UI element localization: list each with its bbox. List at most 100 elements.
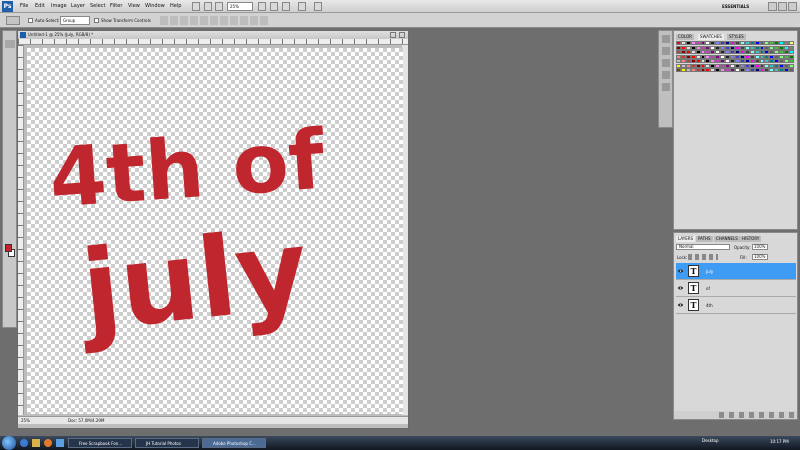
opacity-field[interactable]: 100% [752,244,768,250]
blend-mode-select[interactable]: Normal [676,244,730,250]
screen-mode-icon[interactable] [314,2,322,11]
task-tutorial-photos[interactable]: JH Tutorial Photos [135,438,199,448]
transform-controls-checkbox[interactable] [94,18,99,23]
layer-name[interactable]: of [706,286,710,291]
move-tool-icon[interactable] [5,40,15,48]
foreground-color-swatch[interactable] [5,244,12,252]
menu-select[interactable]: Select [90,3,105,9]
lock-icons[interactable] [688,254,718,260]
swatch-grid[interactable] [676,41,794,73]
paragraph-icon[interactable] [662,83,670,91]
type-tool-icon[interactable] [5,190,15,198]
bridge-icon[interactable] [192,2,200,11]
marquee-tool-icon[interactable] [5,50,15,58]
brush-tool-icon[interactable] [5,110,15,118]
zoom-tool-icon[interactable] [5,230,15,238]
eye-icon[interactable] [678,303,683,307]
layer-name[interactable]: July [706,269,713,274]
menu-file[interactable]: File [20,3,28,9]
layer-name[interactable]: 4th [706,303,713,308]
tab-history[interactable]: HISTORY [740,236,762,242]
quick-select-tool-icon[interactable] [5,70,15,78]
fill-field[interactable]: 100% [752,254,768,260]
info-icon[interactable] [662,47,670,55]
status-zoom[interactable]: 25% [21,417,30,424]
menu-filter[interactable]: Filter [110,3,122,9]
maximize-button[interactable] [778,2,787,11]
folder-icon[interactable] [32,439,40,447]
tab-color[interactable]: COLOR [676,34,694,40]
lasso-tool-icon[interactable] [5,60,15,68]
eyedropper-tool-icon[interactable] [5,90,15,98]
layer-row-of[interactable]: T of [676,280,796,297]
canvas[interactable]: 4th of july [27,48,403,414]
eye-icon[interactable] [678,286,683,290]
ie-icon[interactable] [20,439,28,447]
swatch-cell[interactable] [789,50,794,55]
layer-row-july[interactable]: T July [676,263,796,280]
swatch-cell[interactable] [789,63,794,68]
menu-image[interactable]: Image [51,3,67,9]
minibridge-icon[interactable] [204,2,212,11]
auto-select-checkbox[interactable] [28,18,33,23]
rotate-icon[interactable] [282,2,290,11]
align-buttons[interactable] [160,16,270,25]
navigator-icon[interactable] [662,35,670,43]
document-close-button[interactable] [399,32,405,38]
minimize-button[interactable] [768,2,777,11]
move-tool-preset-icon[interactable] [6,16,20,25]
tab-paths[interactable]: PATHS [696,236,713,242]
layers-panel: LAYERS PATHS CHANNELS HISTORY Normal Opa… [673,232,798,420]
3d-rotate-tool-icon[interactable] [5,220,15,228]
swatch-cell[interactable] [789,59,794,64]
clock[interactable]: 10:17 PM [770,439,789,444]
quick-mask-icon[interactable] [5,263,15,271]
tab-swatches[interactable]: SWATCHES [698,34,724,40]
document-minimize-button[interactable] [390,32,396,38]
tab-styles[interactable]: STYLES [727,34,746,40]
start-button[interactable] [2,436,16,450]
character-icon[interactable] [662,71,670,79]
blur-tool-icon[interactable] [5,160,15,168]
layer-action-buttons[interactable] [719,412,794,418]
zoom-icon[interactable] [270,2,278,11]
swatch-cell[interactable] [789,41,794,45]
hand-icon[interactable] [258,2,266,11]
zoom-level[interactable]: 25% [227,2,253,11]
menu-layer[interactable]: Layer [71,3,85,9]
type-layer-thumbnail-icon: T [688,299,699,311]
document-titlebar[interactable]: Untitled-1 @ 25% (July, RGB/8) * [18,31,408,39]
healing-brush-tool-icon[interactable] [5,100,15,108]
tab-layers[interactable]: LAYERS [676,236,696,242]
workspace-switcher[interactable]: ESSENTIALS [722,2,768,11]
arrange-icon[interactable] [298,2,306,11]
close-button[interactable] [788,2,797,11]
auto-select-dropdown[interactable]: Group [60,16,90,25]
dodge-tool-icon[interactable] [5,170,15,178]
eye-icon[interactable] [678,269,683,273]
swatch-cell[interactable] [789,54,794,59]
menu-edit[interactable]: Edit [35,3,45,9]
crop-tool-icon[interactable] [5,80,15,88]
tray-desktop[interactable]: Desktop [702,438,719,443]
swatch-cell[interactable] [789,68,794,73]
swatch-cell[interactable] [789,45,794,50]
history-brush-tool-icon[interactable] [5,130,15,138]
extras-icon[interactable] [215,2,223,11]
task-photoshop[interactable]: Adobe Photoshop C... [202,438,266,448]
clone-stamp-tool-icon[interactable] [5,120,15,128]
shape-tool-icon[interactable] [5,210,15,218]
tab-channels[interactable]: CHANNELS [714,236,740,242]
brush-preset-icon[interactable] [662,59,670,67]
task-scrapbook-fonts[interactable]: Free Scrapbook Fon... [68,438,132,448]
eraser-tool-icon[interactable] [5,140,15,148]
menu-view[interactable]: View [128,3,140,9]
menu-help[interactable]: Help [170,3,181,9]
gradient-tool-icon[interactable] [5,150,15,158]
path-select-tool-icon[interactable] [5,200,15,208]
menu-window[interactable]: Window [145,3,165,9]
media-icon[interactable] [56,439,64,447]
pen-tool-icon[interactable] [5,180,15,188]
layer-row-4th[interactable]: T 4th [676,297,796,314]
firefox-icon[interactable] [44,439,52,447]
